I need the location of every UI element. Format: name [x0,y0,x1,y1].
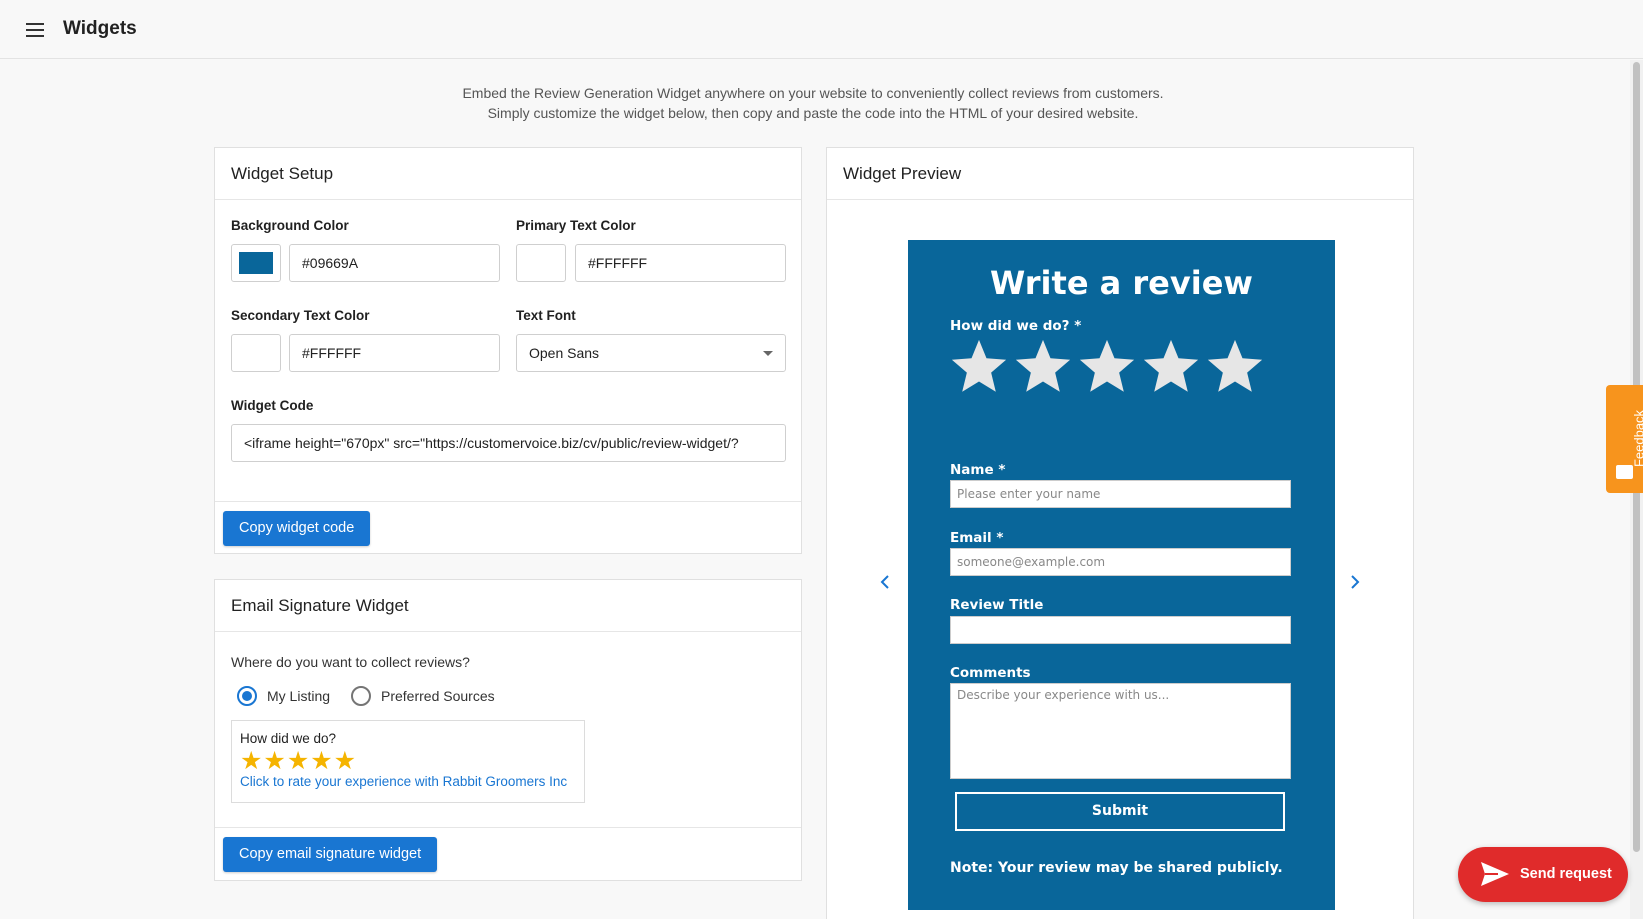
rating-stars [948,336,1268,400]
send-request-button[interactable]: Send request [1458,847,1628,902]
email-signature-title: Email Signature Widget [215,580,801,632]
widget-code-label: Widget Code [231,398,314,413]
primary-text-color-swatch[interactable] [516,244,566,282]
primary-text-color-label: Primary Text Color [516,218,636,233]
widget-preview-card: Widget Preview Write a review How did we… [826,147,1414,919]
star-icon[interactable] [948,336,1010,398]
review-widget: Write a review How did we do? * Name * P… [908,240,1335,910]
comments-textarea[interactable]: Describe your experience with us... [950,683,1291,779]
star-icon[interactable] [1204,336,1266,398]
review-title-input[interactable] [950,616,1291,644]
page-title: Widgets [63,18,137,39]
radio-circle [351,686,371,706]
submit-button[interactable]: Submit [955,792,1285,831]
signature-rate-link[interactable]: Click to rate your experience with Rabbi… [240,774,576,789]
widget-code-input[interactable]: <iframe height="670px" src="https://cust… [231,424,786,462]
background-color-input[interactable]: #09669A [289,244,500,282]
send-icon [1481,862,1509,886]
widget-heading: Write a review [990,264,1253,302]
radio-preferred-sources-label: Preferred Sources [381,688,495,704]
rating-label: How did we do? * [950,318,1082,334]
copy-email-signature-button[interactable]: Copy email signature widget [223,837,438,872]
email-input[interactable]: someone@example.com [950,548,1291,576]
divider [215,501,801,502]
star-icon[interactable] [1140,336,1202,398]
intro-line-1: Embed the Review Generation Widget anywh… [462,85,1164,101]
feedback-tab[interactable]: Feedback [1606,385,1643,493]
copy-widget-code-button[interactable]: Copy widget code [223,511,371,546]
star-icon[interactable] [1076,336,1138,398]
public-note: Note: Your review may be shared publicly… [950,860,1283,876]
email-label: Email * [950,530,1004,546]
widget-setup-title: Widget Setup [215,148,801,200]
star-icon[interactable] [1012,336,1074,398]
chevron-left-icon[interactable] [875,572,895,592]
radio-circle [237,686,257,706]
signature-question: How did we do? [240,731,337,746]
text-font-select[interactable]: Open Sans [516,334,786,372]
text-font-label: Text Font [516,308,576,323]
radio-my-listing-label: My Listing [267,688,331,704]
widget-setup-card: Widget Setup Background Color #09669A Pr… [214,147,802,554]
widget-preview-title: Widget Preview [827,148,1413,200]
menu-icon[interactable] [22,19,48,41]
collect-reviews-question: Where do you want to collect reviews? [231,654,470,670]
intro-line-2: Simply customize the widget below, then … [487,105,1139,121]
name-input[interactable]: Please enter your name [950,480,1291,508]
background-color-label: Background Color [231,218,349,233]
secondary-text-color-input[interactable]: #FFFFFF [289,334,500,372]
name-label: Name * [950,462,1006,478]
background-color-fill [239,252,273,274]
secondary-text-color-swatch[interactable] [231,334,281,372]
top-bar: Widgets [0,0,1643,59]
chevron-right-icon[interactable] [1345,572,1365,592]
feedback-label: Feedback [1631,409,1643,468]
background-color-swatch[interactable] [231,244,281,282]
intro-text: Embed the Review Generation Widget anywh… [210,83,1416,123]
review-title-label: Review Title [950,597,1044,613]
send-request-label: Send request [1520,866,1612,882]
email-signature-card: Email Signature Widget Where do you want… [214,579,802,881]
divider [215,827,801,828]
comments-label: Comments [950,665,1031,681]
email-signature-preview: How did we do? ★★★★★ Click to rate your … [231,720,585,803]
primary-text-color-input[interactable]: #FFFFFF [575,244,786,282]
text-font-value: Open Sans [529,345,600,361]
feedback-icon [1616,465,1633,479]
chevron-down-icon [763,351,773,356]
signature-stars-icon[interactable]: ★★★★★ [240,748,576,774]
secondary-text-color-label: Secondary Text Color [231,308,370,323]
